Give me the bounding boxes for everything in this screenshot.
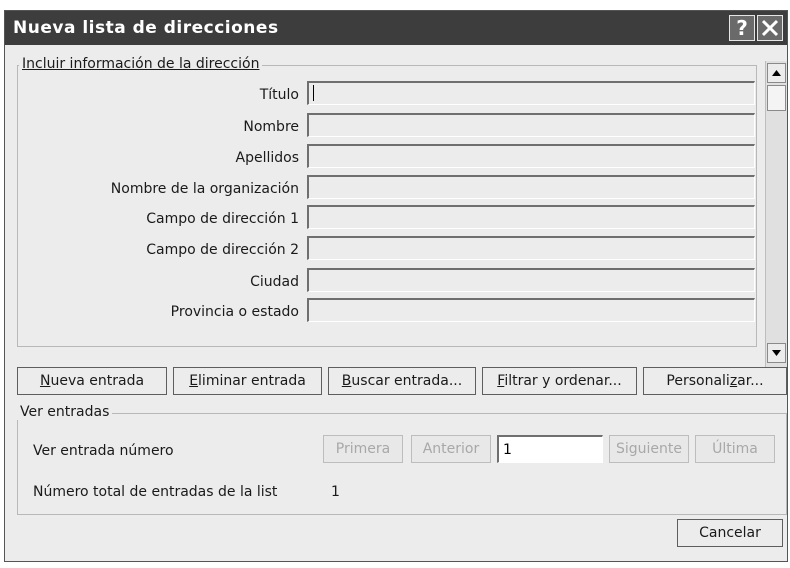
view-entry-number-label: Ver entrada número [33,443,174,459]
previous-entry-button[interactable]: Anterior [411,435,491,463]
field-label-provincia: Provincia o estado [170,304,299,320]
help-icon: ? [736,16,748,40]
delete-entry-button[interactable]: Eliminar entrada [173,367,322,395]
customize-button[interactable]: Personalizar... [643,367,787,395]
provincia-field[interactable] [307,298,755,322]
organizacion-field[interactable] [307,175,755,199]
find-entry-button[interactable]: Buscar entrada... [328,367,476,395]
address-info-group-label: Incluir información de la dirección [19,56,263,72]
total-entries-label: Número total de entradas de la list [33,484,278,500]
arrow-down-icon [772,350,781,356]
field-label-apellidos: Apellidos [235,150,300,166]
last-entry-button[interactable]: Última [695,435,775,463]
nombre-field[interactable] [307,113,755,137]
address-list-dialog: Nueva lista de direcciones ? Incluir inf… [4,10,788,562]
vertical-scrollbar[interactable] [765,61,787,367]
next-entry-button[interactable]: Siguiente [609,435,689,463]
close-icon [761,19,779,37]
field-label-direccion-1: Campo de dirección 1 [146,211,299,227]
ciudad-field[interactable] [307,268,755,292]
text-caret [313,85,314,101]
filter-sort-button[interactable]: Filtrar y ordenar... [482,367,637,395]
close-button[interactable] [757,15,783,41]
first-entry-button[interactable]: Primera [323,435,403,463]
new-entry-button[interactable]: Nueva entrada [17,367,167,395]
view-entries-group-label: Ver entradas [17,404,113,420]
field-label-nombre: Nombre [243,119,299,135]
field-label-organizacion: Nombre de la organización [110,181,299,197]
entry-number-field[interactable] [497,435,603,463]
field-label-direccion-2: Campo de dirección 2 [146,242,299,258]
title-bar: Nueva lista de direcciones ? [5,11,787,45]
total-entries-value: 1 [331,484,340,500]
scroll-thumb[interactable] [767,85,786,111]
field-label-ciudad: Ciudad [250,274,299,290]
field-label-titulo: Título [259,87,299,103]
titulo-field[interactable] [307,81,755,105]
direccion-2-field[interactable] [307,236,755,260]
apellidos-field[interactable] [307,144,755,168]
arrow-up-icon [772,70,781,76]
direccion-1-field[interactable] [307,205,755,229]
dialog-title: Nueva lista de direcciones [13,18,279,38]
help-button[interactable]: ? [729,15,755,41]
cancel-button[interactable]: Cancelar [677,519,783,547]
scroll-up-button[interactable] [767,63,786,83]
scroll-down-button[interactable] [767,343,786,363]
